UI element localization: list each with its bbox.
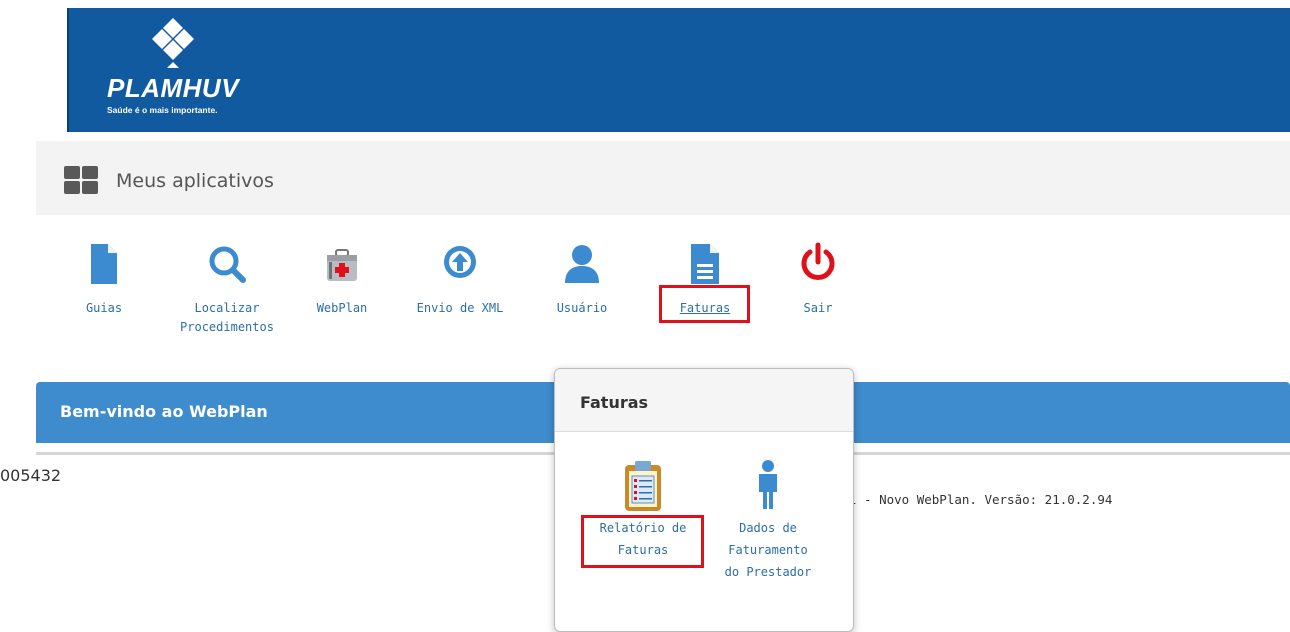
user-icon <box>565 245 599 283</box>
clipboard-report-icon <box>625 461 661 511</box>
welcome-title: Bem-vindo ao WebPlan <box>60 402 268 421</box>
menu-item-label-line3: do Prestador <box>724 565 812 579</box>
highlight-box-faturas <box>659 285 750 323</box>
apps-header: Meus aplicativos <box>36 141 1290 215</box>
power-icon <box>801 242 835 280</box>
faturas-popover: Faturas Relatório de Faturas Dados de Fa… <box>554 368 854 632</box>
highlight-box-relatorio <box>581 515 704 568</box>
brand-name: PLAMHUV <box>107 73 240 103</box>
person-icon <box>759 460 777 509</box>
menu-item-label-line2: Faturamento <box>728 543 808 557</box>
search-icon <box>209 246 246 283</box>
app-label: Sair <box>803 301 833 315</box>
menu-item-dados-faturamento[interactable]: Dados de Faturamento do Prestador <box>713 459 823 583</box>
logo-diamond-icon <box>152 18 194 68</box>
app-label: Usuário <box>556 301 608 315</box>
invoice-icon <box>691 244 719 284</box>
app-label-line2: Procedimentos <box>180 320 274 334</box>
brand-tagline: Saúde é o mais importante. <box>107 105 218 115</box>
user-code: 005432 <box>0 466 62 485</box>
brand-logo[interactable]: PLAMHUV Saúde é o mais importante. <box>104 18 264 123</box>
app-webplan[interactable]: WebPlan <box>306 242 378 318</box>
apps-grid-icon <box>64 166 98 194</box>
app-label: WebPlan <box>316 301 368 315</box>
app-localizar-procedimentos[interactable]: Localizar Procedimentos <box>165 242 289 337</box>
popover-title: Faturas <box>580 393 649 412</box>
app-label: Envio de XML <box>416 301 504 315</box>
popover-header: Faturas <box>555 369 853 432</box>
app-label: Guias <box>85 301 123 315</box>
app-envio-xml[interactable]: Envio de XML <box>410 242 510 318</box>
version-info: l - Novo WebPlan. Versão: 21.0.2.94 <box>849 492 1113 507</box>
app-label-line1: Localizar <box>194 301 260 315</box>
app-usuario[interactable]: Usuário <box>546 242 618 318</box>
app-guias[interactable]: Guias <box>76 242 132 318</box>
app-sair[interactable]: Sair <box>790 242 846 318</box>
menu-item-label-line1: Dados de <box>739 521 797 535</box>
document-icon <box>91 244 117 284</box>
medical-kit-icon <box>327 249 357 281</box>
upload-icon <box>444 246 476 278</box>
apps-title: Meus aplicativos <box>116 170 274 192</box>
